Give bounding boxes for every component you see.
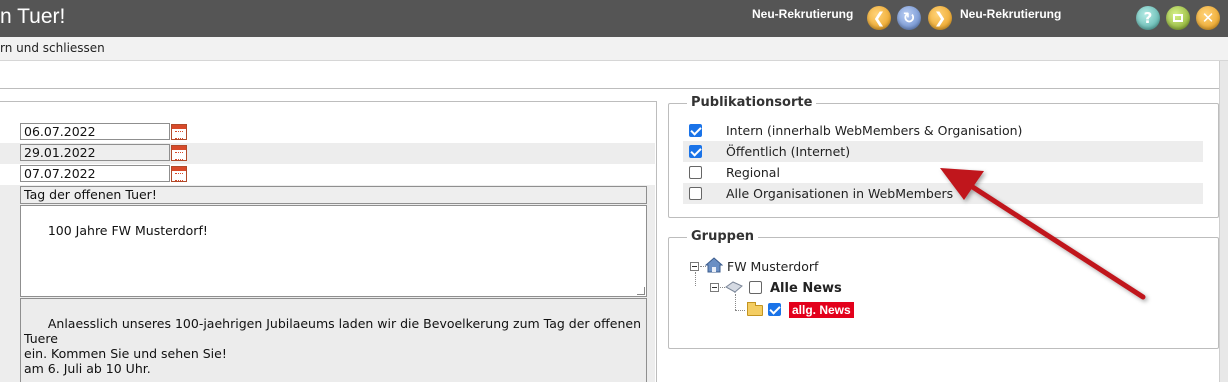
annotation-arrow <box>940 168 1146 300</box>
dialog-window: n Tuer! Neu-Rekrutierung ❮ ↻ ❯ Neu-Rekru… <box>0 0 1228 382</box>
